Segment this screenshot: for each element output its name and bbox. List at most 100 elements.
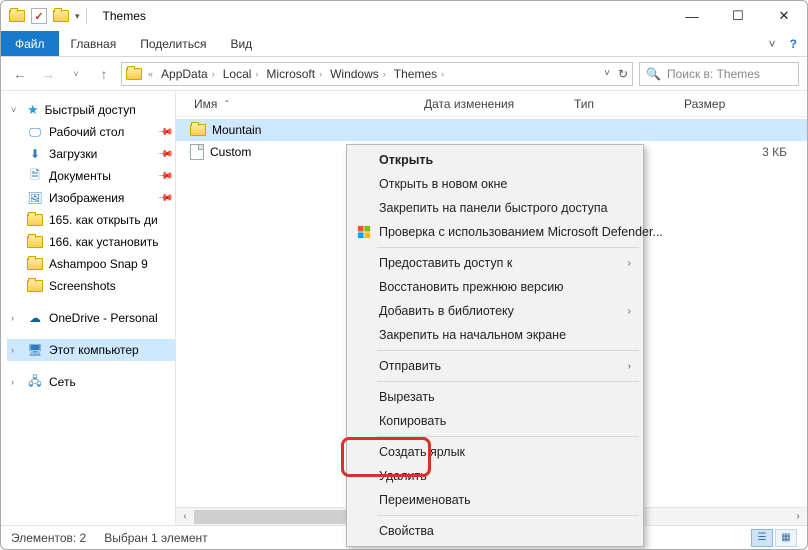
search-placeholder: Поиск в: Themes: [667, 67, 760, 81]
qat-customize-icon[interactable]: ▾: [75, 11, 80, 22]
sidebar-item-screenshots[interactable]: Screenshots: [7, 275, 175, 297]
ctx-create-shortcut[interactable]: Создать ярлык: [349, 440, 641, 464]
ctx-rename[interactable]: Переименовать: [349, 488, 641, 512]
file-name: Custom: [210, 145, 251, 159]
maximize-button[interactable]: ☐: [715, 1, 761, 31]
scroll-left-button[interactable]: ‹: [176, 508, 194, 526]
ctx-properties[interactable]: Свойства: [349, 519, 641, 543]
qat-separator: [86, 8, 87, 24]
addr-refresh-icon[interactable]: ↻: [618, 67, 628, 81]
nav-recent-icon[interactable]: ˅: [65, 63, 87, 85]
breadcrumb-microsoft[interactable]: Microsoft›: [262, 67, 326, 81]
column-name[interactable]: Имя⌃: [186, 97, 416, 111]
breadcrumb-local[interactable]: Local›: [219, 67, 263, 81]
sidebar-item-desktop[interactable]: 🖵 Рабочий стол 📌: [7, 121, 175, 143]
breadcrumb-windows[interactable]: Windows›: [326, 67, 390, 81]
ctx-restore-version[interactable]: Восстановить прежнюю версию: [349, 275, 641, 299]
document-icon: [190, 144, 204, 160]
ctx-pin-quick-access[interactable]: Закрепить на панели быстрого доступа: [349, 196, 641, 220]
sidebar-item-folder-165[interactable]: 165. как открыть ди: [7, 209, 175, 231]
folder-icon: [27, 214, 43, 226]
tab-home[interactable]: Главная: [59, 31, 129, 56]
pin-icon: 📌: [156, 168, 173, 185]
view-large-icons-button[interactable]: ▦: [775, 529, 797, 547]
chevron-down-icon: ˅: [11, 105, 21, 115]
ctx-send-to[interactable]: Отправить›: [349, 354, 641, 378]
column-date[interactable]: Дата изменения: [416, 97, 566, 111]
pc-icon: 🖥: [27, 342, 43, 358]
shield-icon: [355, 223, 373, 241]
view-details-button[interactable]: ☰: [751, 529, 773, 547]
sort-asc-icon: ⌃: [223, 99, 230, 108]
search-input[interactable]: 🔍 Поиск в: Themes: [639, 62, 799, 86]
sidebar-item-this-pc[interactable]: › 🖥 Этот компьютер: [7, 339, 175, 361]
ctx-defender-scan[interactable]: Проверка с использованием Microsoft Defe…: [349, 220, 641, 244]
title-bar: ✓ ▾ Themes — ☐ ✕: [1, 1, 807, 31]
sidebar-item-downloads[interactable]: ⬇ Загрузки 📌: [7, 143, 175, 165]
pin-icon: 📌: [156, 124, 173, 141]
sidebar-item-network[interactable]: › 🖧 Сеть: [7, 371, 175, 393]
navigation-pane: ˅ ★ Быстрый доступ 🖵 Рабочий стол 📌 ⬇ За…: [1, 91, 176, 525]
column-type[interactable]: Тип: [566, 97, 676, 111]
ctx-separator: [377, 247, 639, 248]
sidebar-item-label: Загрузки: [49, 147, 97, 161]
ctx-give-access[interactable]: Предоставить доступ к›: [349, 251, 641, 275]
submenu-arrow-icon: ›: [628, 306, 631, 317]
file-size: 3 КБ: [676, 145, 807, 159]
breadcrumb-overflow[interactable]: «: [144, 69, 157, 79]
ctx-open-new-window[interactable]: Открыть в новом окне: [349, 172, 641, 196]
sidebar-item-pictures[interactable]: 🖼 Изображения 📌: [7, 187, 175, 209]
documents-icon: 🗎: [27, 168, 43, 184]
window-title: Themes: [93, 9, 146, 23]
breadcrumb-appdata[interactable]: AppData›: [157, 67, 219, 81]
tab-view[interactable]: Вид: [218, 31, 264, 56]
nav-up-button[interactable]: ↑: [93, 63, 115, 85]
breadcrumb-themes[interactable]: Themes›: [390, 67, 448, 81]
sidebar-item-label: Рабочий стол: [49, 125, 124, 139]
ribbon-expand-icon[interactable]: ˅: [769, 37, 776, 51]
file-row-mountain[interactable]: Mountain: [176, 119, 807, 141]
pictures-icon: 🖼: [27, 190, 43, 206]
addr-folder-icon: [126, 68, 142, 80]
ctx-delete[interactable]: Удалить: [349, 464, 641, 488]
help-icon[interactable]: ?: [790, 37, 797, 51]
folder-icon: [27, 236, 43, 248]
tab-share[interactable]: Поделиться: [128, 31, 218, 56]
search-icon: 🔍: [646, 67, 661, 81]
desktop-icon: 🖵: [27, 124, 43, 140]
sidebar-item-ashampoo[interactable]: Ashampoo Snap 9: [7, 253, 175, 275]
sidebar-item-folder-166[interactable]: 166. как установить: [7, 231, 175, 253]
ctx-add-library[interactable]: Добавить в библиотеку›: [349, 299, 641, 323]
close-button[interactable]: ✕: [761, 1, 807, 31]
sidebar-item-label: OneDrive - Personal: [49, 311, 158, 325]
ctx-cut[interactable]: Вырезать: [349, 385, 641, 409]
ctx-copy[interactable]: Копировать: [349, 409, 641, 433]
nav-back-button[interactable]: ←: [9, 63, 31, 85]
address-bar[interactable]: « AppData› Local› Microsoft› Windows› Th…: [121, 62, 633, 86]
sidebar-item-label: Ashampoo Snap 9: [49, 257, 148, 271]
file-tab[interactable]: Файл: [1, 31, 59, 56]
status-item-count: Элементов: 2: [11, 531, 86, 545]
folder-icon: [27, 280, 43, 292]
column-size[interactable]: Размер: [676, 97, 807, 111]
sidebar-item-documents[interactable]: 🗎 Документы 📌: [7, 165, 175, 187]
ctx-pin-start[interactable]: Закрепить на начальном экране: [349, 323, 641, 347]
minimize-button[interactable]: —: [669, 1, 715, 31]
pin-icon: 📌: [156, 146, 173, 163]
qat-checkbox-icon[interactable]: ✓: [31, 8, 47, 24]
nav-forward-button[interactable]: →: [37, 63, 59, 85]
sidebar-item-onedrive[interactable]: › ☁ OneDrive - Personal: [7, 307, 175, 329]
explorer-window: ✓ ▾ Themes — ☐ ✕ Файл Главная Поделиться…: [0, 0, 808, 550]
quick-access-label: Быстрый доступ: [45, 103, 136, 117]
ctx-separator: [377, 350, 639, 351]
sidebar-item-label: 166. как установить: [49, 235, 159, 249]
qat-folder-icon[interactable]: [53, 10, 69, 22]
quick-access-header[interactable]: ˅ ★ Быстрый доступ: [7, 99, 175, 121]
ctx-separator: [377, 436, 639, 437]
download-icon: ⬇: [27, 146, 43, 162]
chevron-right-icon: ›: [11, 377, 21, 387]
ctx-open[interactable]: Открыть: [349, 148, 641, 172]
sidebar-item-label: Сеть: [49, 375, 76, 389]
addr-dropdown-icon[interactable]: ˅: [604, 68, 610, 79]
scroll-right-button[interactable]: ›: [789, 508, 807, 526]
